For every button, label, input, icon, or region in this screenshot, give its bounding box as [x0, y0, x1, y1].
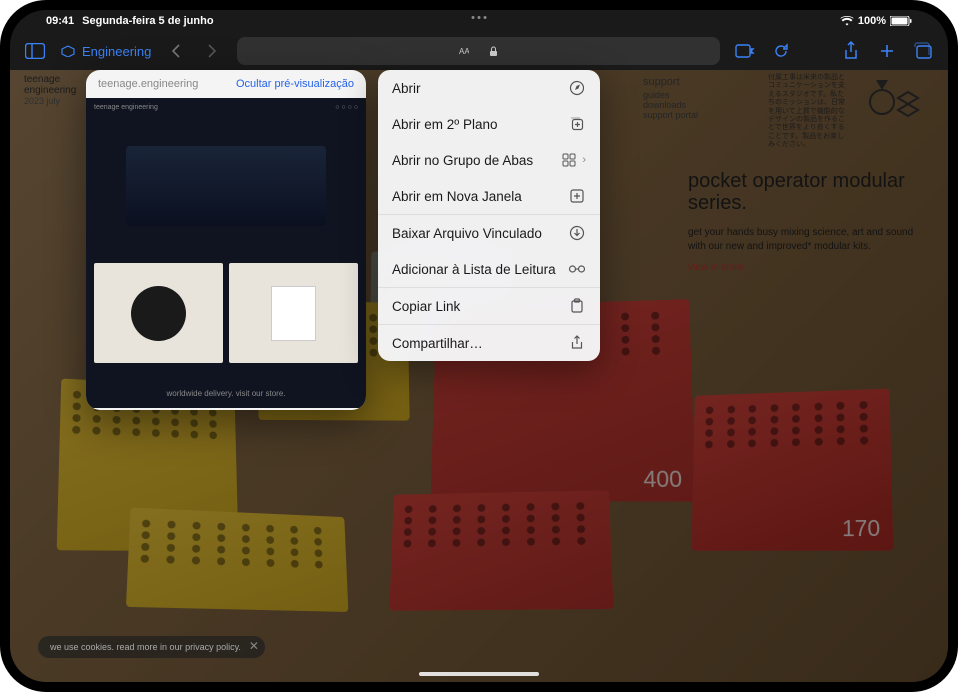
window-plus-icon: [568, 187, 586, 205]
battery-icon: [890, 16, 912, 26]
svg-text:AA: AA: [459, 47, 469, 56]
cookie-text: we use cookies. read more in our privacy…: [50, 642, 241, 652]
preview-thumbnail[interactable]: teenage engineering○ ○ ○ ○ worldwide del…: [86, 98, 366, 408]
ctx-reading-list[interactable]: Adicionar à Lista de Leitura: [378, 251, 600, 287]
ctx-download[interactable]: Baixar Arquivo Vinculado: [378, 215, 600, 251]
site-date: 2023 july: [24, 96, 76, 106]
link-preview-popover: teenage.engineering Ocultar pré-visualiz…: [86, 70, 366, 410]
ctx-open[interactable]: Abrir: [378, 70, 600, 106]
support-title: support: [643, 76, 698, 88]
status-bar: 09:41 Segunda-feira 5 de junho 100%: [10, 10, 948, 32]
hide-preview-button[interactable]: Ocultar pré-visualização: [236, 78, 354, 90]
tabs-icon[interactable]: [912, 40, 934, 62]
reload-icon[interactable]: [770, 40, 792, 62]
cookie-close-icon[interactable]: ✕: [249, 639, 259, 653]
wifi-icon: [840, 16, 854, 26]
glasses-icon: [568, 260, 586, 278]
extensions-icon[interactable]: [734, 40, 756, 62]
url-bar[interactable]: AA: [237, 37, 720, 65]
preview-footer: worldwide delivery. visit our store.: [86, 389, 366, 398]
support-item[interactable]: guides: [643, 90, 698, 100]
hero-link[interactable]: view in store: [688, 262, 918, 273]
grid-icon: [560, 151, 578, 169]
ctx-open-tab-group[interactable]: Abrir no Grupo de Abas ›: [378, 142, 600, 178]
ctx-open-background[interactable]: Abrir em 2º Plano: [378, 106, 600, 142]
safari-toolbar: Engineering AA: [10, 32, 948, 70]
stack-plus-icon: [568, 115, 586, 133]
download-icon: [568, 224, 586, 242]
lock-icon: [489, 46, 498, 57]
tab-group-label[interactable]: Engineering: [60, 44, 151, 59]
support-item[interactable]: support portal: [643, 110, 698, 120]
reader-aa-icon: AA: [459, 46, 469, 56]
preview-site-name: teenage.engineering: [98, 78, 198, 90]
hero-block: pocket operator modular series. get your…: [688, 170, 918, 273]
ctx-share[interactable]: Compartilhar…: [378, 325, 600, 361]
brand-shape-icon: [864, 74, 934, 124]
sidebar-icon[interactable]: [24, 40, 46, 62]
new-tab-icon[interactable]: [876, 40, 898, 62]
back-icon[interactable]: [165, 40, 187, 62]
hero-body: get your hands busy mixing science, art …: [688, 226, 918, 254]
site-logo-line1: teenage: [24, 74, 76, 85]
multitask-dots[interactable]: [472, 16, 487, 19]
screen: 09:41 Segunda-feira 5 de junho 100% Engi…: [10, 10, 948, 682]
share-icon: [568, 334, 586, 352]
japanese-text: 付属工事は米来の製品とコミュニケーションを支えるスタジオです。私たちのミッション…: [768, 74, 848, 150]
module-number: 170: [842, 515, 881, 542]
link-context-menu: Abrir Abrir em 2º Plano Abrir no Grupo d…: [378, 70, 600, 361]
module-number: 400: [643, 466, 682, 493]
forward-icon[interactable]: [201, 40, 223, 62]
support-item[interactable]: downloads: [643, 100, 698, 110]
battery-percent: 100%: [858, 15, 886, 27]
clipboard-icon: [568, 297, 586, 315]
ipad-frame: 09:41 Segunda-feira 5 de junho 100% Engi…: [0, 0, 958, 692]
home-indicator[interactable]: [419, 672, 539, 676]
compass-icon: [568, 79, 586, 97]
status-time: 09:41: [46, 15, 74, 27]
cookie-banner: we use cookies. read more in our privacy…: [38, 636, 265, 658]
hero-title: pocket operator modular series.: [688, 170, 918, 214]
ctx-copy-link[interactable]: Copiar Link: [378, 288, 600, 324]
status-date: Segunda-feira 5 de junho: [82, 15, 213, 27]
tab-group-icon: [60, 45, 76, 57]
site-logo-line2: engineering: [24, 85, 76, 96]
chevron-right-icon: ›: [582, 154, 586, 166]
share-icon[interactable]: [840, 40, 862, 62]
ctx-open-new-window[interactable]: Abrir em Nova Janela: [378, 178, 600, 214]
